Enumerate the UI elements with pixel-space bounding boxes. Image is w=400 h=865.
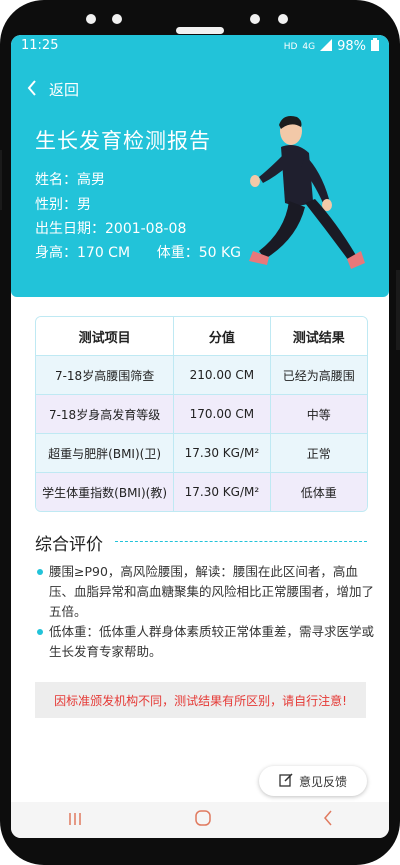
back-label: 返回 [49,81,80,99]
table-row: 7-18岁身高发育等级 170.00 CM 中等 [36,394,367,433]
phone-frame: 11:25 HD 4G 98% 返回 生长发育检测报告 姓名：高男 性别：男 出… [0,0,400,865]
table-header-result: 测试结果 [270,317,367,355]
gender-text: 性别：男 [35,197,91,213]
nav-back-icon[interactable] [323,810,333,830]
signal-icon [320,38,333,55]
table-cell-result: 中等 [270,395,367,433]
table-cell-score: 210.00 CM [174,356,271,394]
notice-banner: 因标准颁发机构不同，测试结果有所区别，请自行注意! [35,682,366,718]
battery-icon [371,38,379,55]
feedback-label: 意见反馈 [298,774,347,789]
status-bar: 11:25 HD 4G 98% [11,35,389,57]
table-cell-result: 已经为高腰围 [270,356,367,394]
bullet-dot-icon [37,629,43,635]
table-header-score: 分值 [174,317,271,355]
table-cell-item: 7-18岁高腰围筛查 [36,356,175,394]
power-button [396,270,400,350]
table-cell-score: 170.00 CM [174,395,271,433]
table-header-row: 测试项目 分值 测试结果 [36,317,367,355]
name-text: 姓名：高男 [35,172,105,188]
edit-icon [279,772,293,790]
chevron-left-icon [27,79,37,100]
evaluation-text: 低体重：低体重人群身体素质较正常体重差，需寻求医学或生长发育专家帮助。 [49,624,375,659]
evaluation-text: 腰围≥P90，高风险腰围，解读：腰围在此区间者，高血压、血脂异常和高血糖聚集的风… [49,564,375,619]
home-icon[interactable] [194,809,212,831]
system-nav-bar [11,802,389,838]
table-cell-item: 7-18岁身高发育等级 [36,395,175,433]
results-table: 测试项目 分值 测试结果 7-18岁高腰围筛查 210.00 CM 已经为高腰围… [35,316,368,512]
table-cell-score: 17.30 KG/M² [174,434,271,472]
table-cell-score: 17.30 KG/M² [174,473,271,511]
front-sensors [0,12,400,34]
report-header: 11:25 HD 4G 98% 返回 生长发育检测报告 姓名：高男 性别：男 出… [11,35,389,297]
table-cell-result: 正常 [270,434,367,472]
evaluation-item: 低体重：低体重人群身体素质较正常体重差，需寻求医学或生长发育专家帮助。 [37,622,379,662]
status-time: 11:25 [21,38,59,53]
section-divider [115,541,367,542]
height-weight-text: 身高：170 CM 体重：50 KG [35,245,242,261]
runner-illustration [249,116,365,269]
table-cell-item: 超重与肥胖(BMI)(卫) [36,434,175,472]
bullet-dot-icon [37,569,43,575]
page-title: 生长发育检测报告 [35,129,211,153]
table-cell-item: 学生体重指数(BMI)(教) [36,473,175,511]
table-header-item: 测试项目 [36,317,175,355]
volume-button [0,150,2,210]
battery-level: 98% [337,39,366,54]
back-button[interactable]: 返回 [27,79,79,100]
hd-indicator: HD [283,41,298,52]
birthdate-text: 出生日期：2001-08-08 [35,221,187,237]
feedback-button[interactable]: 意见反馈 [259,766,367,796]
recent-apps-icon[interactable] [67,811,83,830]
evaluation-title: 综合评价 [35,535,103,555]
table-row: 超重与肥胖(BMI)(卫) 17.30 KG/M² 正常 [36,433,367,472]
app-screen: 11:25 HD 4G 98% 返回 生长发育检测报告 姓名：高男 性别：男 出… [11,35,389,838]
evaluation-item: 腰围≥P90，高风险腰围，解读：腰围在此区间者，高血压、血脂异常和高血糖聚集的风… [37,562,379,622]
table-row: 学生体重指数(BMI)(教) 17.30 KG/M² 低体重 [36,472,367,511]
network-indicator: 4G [302,41,316,52]
status-indicators: HD 4G 98% [284,38,379,55]
table-cell-result: 低体重 [270,473,367,511]
table-row: 7-18岁高腰围筛查 210.00 CM 已经为高腰围 [36,355,367,394]
